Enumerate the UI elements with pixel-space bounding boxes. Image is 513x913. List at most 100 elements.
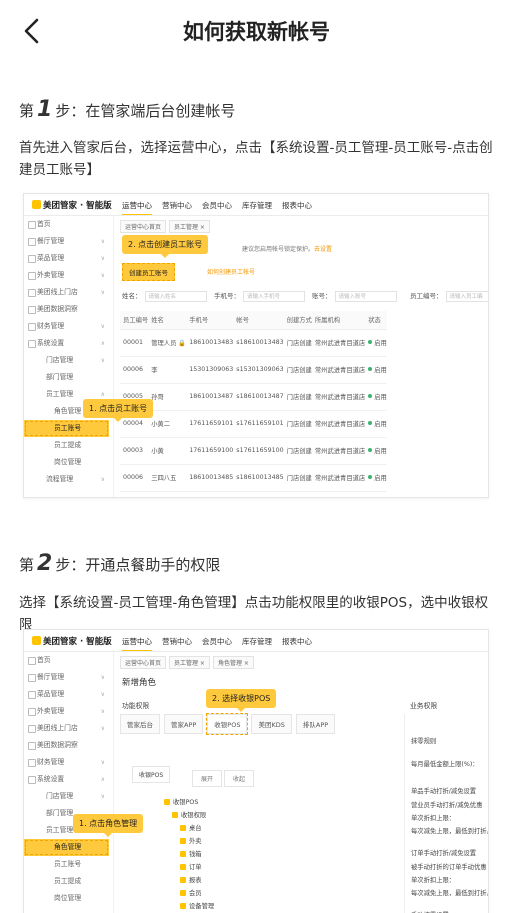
topnav-item[interactable]: 库存管理 [242,200,272,215]
checkbox-checked-icon[interactable] [180,837,186,844]
subtab-pos[interactable]: 收银POS [132,766,171,783]
breadcrumb-tab[interactable]: 员工管理 × [169,220,210,233]
topnav-item[interactable]: 库存管理 [242,636,272,651]
breadcrumb-tab[interactable]: 运营中心首页 [120,656,167,669]
checkbox-checked-icon[interactable] [180,850,186,857]
topnav-item[interactable]: 报表中心 [282,200,312,215]
sidebar-item[interactable]: 美团线上门店 ∨ [24,720,113,737]
account-input[interactable]: 请输入账号 [334,290,397,302]
table-header-cell: 状态 [365,311,387,330]
permission-tab[interactable]: 收银POS [206,713,249,735]
checkbox-checked-icon[interactable] [180,876,186,883]
topnav-item[interactable]: 会员中心 [202,200,232,215]
hint-link[interactable]: 去设置 [314,246,332,253]
sidebar-item[interactable]: 美团数据洞察 [24,301,113,318]
sidebar-item-label: 员工管理 [46,826,74,834]
tree-node[interactable]: 报表 [164,874,214,887]
sidebar-item[interactable]: 门店管理 ∨ [24,352,113,369]
cell-text: s18610013487 [236,393,284,400]
permission-tab[interactable]: 管家APP [164,714,204,734]
name-input[interactable]: 请输入姓名 [144,290,207,302]
sidebar-item[interactable]: 外卖管理 ∨ [24,703,113,720]
sidebar-item[interactable]: 员工账号 [24,856,113,873]
sidebar-item[interactable]: 美团数据洞察 [24,737,113,754]
topnav-item[interactable]: 营销中心 [162,200,192,215]
topnav-item[interactable]: 报表中心 [282,636,312,651]
breadcrumb-tab[interactable]: 员工管理 × [169,656,210,669]
tree-node[interactable]: 外卖 [164,835,214,848]
topnav-item[interactable]: 运营中心 [122,636,152,651]
table-row[interactable]: 00003 小黄 17611659100 s17611659100 门店创建 常州武进青目… [120,437,387,465]
sidebar-item[interactable]: 门店管理 ∨ [24,788,113,805]
checkbox-checked-icon[interactable] [172,811,178,818]
collapse-button[interactable]: 收起 [224,770,255,787]
sidebar-item[interactable]: 员工账号 [24,420,109,437]
sidebar-item[interactable]: 外卖管理 ∨ [24,267,113,284]
table-header-cell: 员工编号 [120,311,149,330]
topnav-item[interactable]: 运营中心 [122,200,152,215]
tree-node[interactable]: 收银权限 [164,809,214,822]
tree-node[interactable]: 会员 [164,887,214,900]
tree-node[interactable]: 桌台 [164,822,214,835]
sidebar-item[interactable]: 首页 [24,216,113,233]
chevron-icon: ∨ [100,238,105,245]
phone-input[interactable]: 请输入手机号 [243,290,305,302]
section-business-perms: 业务权限 [410,702,438,710]
sidebar-item[interactable]: 财务管理 ∨ [24,754,113,771]
permission-tab[interactable]: 管家后台 [120,714,160,734]
tree-node-label: 外卖 [189,838,202,845]
sidebar-item[interactable]: 部门管理 [24,369,113,386]
table-row[interactable]: 00006 李 15301309063 s15301309063 门店创建 常州武进青目道… [120,356,387,384]
sidebar-item[interactable]: 餐厅管理 ∨ [24,233,113,250]
tree-node[interactable]: 设备管理 [164,900,214,913]
table-cell: s17611659101 [233,410,284,438]
permission-tab[interactable]: 美团KDS [251,714,292,734]
sidebar-item[interactable]: 岗位管理 [24,890,113,907]
sidebar-item[interactable]: 菜品管理 ∨ [24,686,113,703]
checkbox-checked-icon[interactable] [180,824,186,831]
sidebar-item[interactable]: 流程管理 ∨ [24,471,113,488]
employee-id-input[interactable]: 请输入员工编 [445,290,488,302]
cell-text: 18610013487 [189,393,234,400]
table-row[interactable]: 00004 小黄二 17611659101 s17611659101 门店创建 常州武进青… [120,410,387,438]
table-row[interactable]: 00001 管理人员 🔒 18610013483 s18610013483 门店创建 常州… [120,329,387,357]
topnav-item[interactable]: 会员中心 [202,636,232,651]
checkbox-checked-icon[interactable] [180,863,186,870]
tree-node[interactable]: 钱箱 [164,848,214,861]
tree-node[interactable]: 订单 [164,861,214,874]
checkbox-checked-icon[interactable] [180,902,186,909]
chevron-icon: ∧ [100,340,105,347]
sidebar-item[interactable]: 首页 [24,652,113,669]
sidebar-item[interactable]: 餐厅管理 ∨ [24,669,113,686]
create-account-button[interactable]: 创建员工账号 [122,263,175,281]
checkbox-checked-icon[interactable] [164,798,170,805]
sidebar-item[interactable]: 系统设置 ∧ [24,771,113,788]
chevron-icon: ∧ [100,776,105,783]
permission-tab[interactable]: 排队APP [295,714,336,734]
table-row[interactable]: 00005 孙哥 18610013487 s18610013487 门店创建 常州武进青目… [120,383,387,411]
breadcrumb-tabs: 运营中心首页 员工管理 × [120,220,210,233]
table-row[interactable]: 00006 三四八五 18610013485 s18610013485 门店创建 常州武进… [120,464,387,492]
sidebar-item[interactable]: 员工提成 [24,437,113,454]
sidebar-item[interactable]: 菜品管理 ∨ [24,250,113,267]
screenshot-role-permissions: 美团管家 · 智能版 运营中心 营销中心 会员中心 库存管理 报表中心 首页 餐厅管理 ∨ 菜… [23,629,489,913]
sidebar-item[interactable]: 系统设置 ∧ [24,335,113,352]
sidebar-item[interactable]: 财务管理 ∨ [24,318,113,335]
expand-button[interactable]: 展开 [192,770,223,787]
table-header-cell: 所属机构 [311,311,366,330]
help-link[interactable]: 如何创建员工帐号 [207,267,255,276]
checkbox-checked-icon[interactable] [180,889,186,896]
tree-node-label: 报表 [189,877,202,884]
breadcrumb-tab[interactable]: 角色管理 × [212,656,254,669]
step-prefix: 第 [19,102,35,120]
sidebar-item[interactable]: 角色管理 [24,839,109,856]
sidebar-item[interactable]: 岗位管理 [24,454,113,471]
breadcrumb-tab[interactable]: 运营中心首页 [120,220,167,233]
tree-node-label: 订单 [189,864,202,871]
sidebar-item-label: 财务管理 [37,322,65,330]
topnav-item[interactable]: 营销中心 [162,636,192,651]
brand-logo: 美团管家 · 智能版 [32,199,112,211]
sidebar-item[interactable]: 美团线上门店 ∨ [24,284,113,301]
tree-node[interactable]: 收银POS [164,796,214,809]
sidebar-item[interactable]: 员工提成 [24,873,113,890]
